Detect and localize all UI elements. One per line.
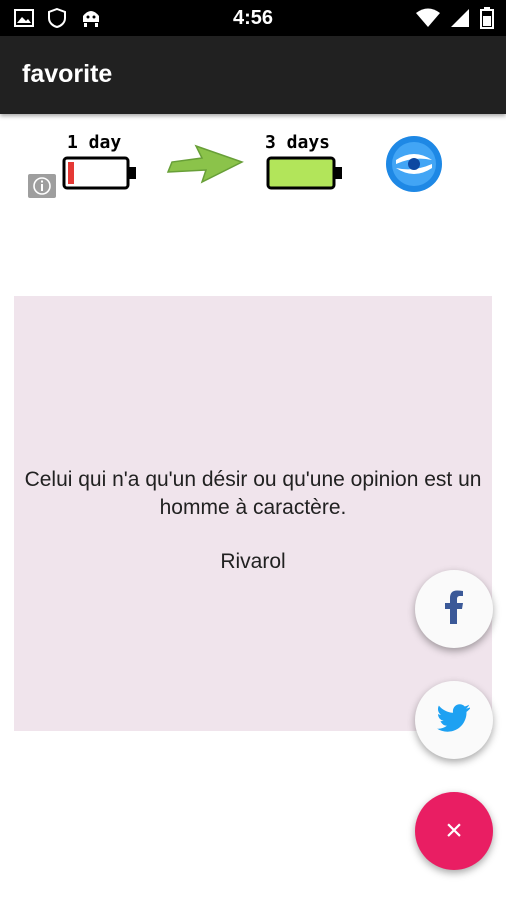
status-bar: 4:56 [0, 0, 506, 36]
app-bar: favorite [0, 36, 506, 114]
ad-label-before: 1 day [67, 132, 122, 153]
twitter-icon [437, 703, 471, 737]
quote-text: Celui qui n'a qu'un désir ou qu'une opin… [24, 468, 482, 519]
battery-icon [480, 7, 494, 34]
wifi-icon [416, 8, 440, 33]
status-right-icons [416, 7, 494, 34]
arrow-right-icon [166, 144, 244, 191]
signal-icon [450, 8, 470, 33]
app-logo-icon [384, 134, 444, 199]
quote-author: Rivarol [220, 550, 286, 573]
info-icon[interactable] [28, 174, 56, 198]
share-facebook-button[interactable] [415, 570, 493, 648]
facebook-icon [443, 590, 465, 629]
close-icon: × [445, 814, 463, 847]
quote-card: Celui qui n'a qu'un désir ou qu'une opin… [14, 296, 492, 731]
app-title: favorite [22, 60, 113, 88]
close-menu-button[interactable]: × [415, 792, 493, 870]
share-twitter-button[interactable] [415, 681, 493, 759]
battery-low-icon [62, 156, 138, 195]
ad-label-after: 3 days [265, 132, 331, 153]
battery-full-icon [266, 156, 344, 195]
ad-banner[interactable]: 1 day 3 days [0, 120, 506, 210]
